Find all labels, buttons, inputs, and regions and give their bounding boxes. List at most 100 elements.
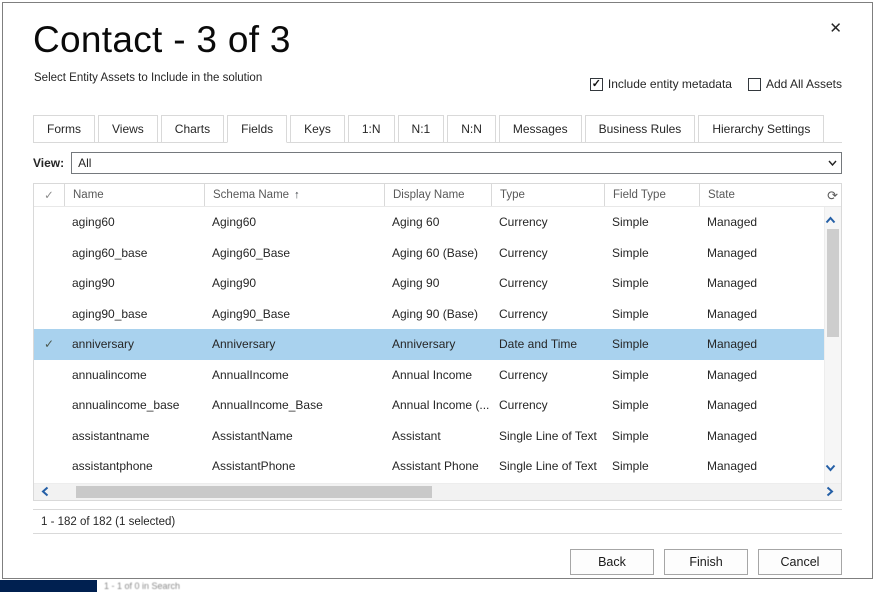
cell-display: Aging 90 (Base) xyxy=(384,307,491,321)
close-icon[interactable]: ✕ xyxy=(829,21,842,36)
column-header-display-name[interactable]: Display Name xyxy=(384,184,491,206)
cell-name: aging90 xyxy=(64,276,204,290)
cell-name: anniversary xyxy=(64,337,204,351)
scroll-down-icon[interactable] xyxy=(825,459,841,477)
cell-name: aging90_base xyxy=(64,307,204,321)
table-row[interactable]: ✓anniversaryAnniversaryAnniversaryDate a… xyxy=(34,329,824,360)
dropdown-arrow-icon xyxy=(824,154,840,172)
cell-field-type: Simple xyxy=(604,276,699,290)
tab-fields[interactable]: Fields xyxy=(227,115,287,143)
cell-schema: Aging90_Base xyxy=(204,307,384,321)
scroll-right-icon[interactable] xyxy=(826,484,834,500)
cell-display: Assistant xyxy=(384,429,491,443)
column-label: Schema Name xyxy=(213,189,289,201)
checkbox-label: Include entity metadata xyxy=(608,77,732,91)
cell-field-type: Simple xyxy=(604,246,699,260)
entity-assets-dialog: ✕ Contact - 3 of 3 Select Entity Assets … xyxy=(2,2,873,579)
table-row[interactable]: annualincomeAnnualIncomeAnnual IncomeCur… xyxy=(34,360,824,391)
cell-name: assistantphone xyxy=(64,459,204,473)
cell-name: aging60 xyxy=(64,215,204,229)
cancel-button[interactable]: Cancel xyxy=(758,549,842,575)
cell-state: Managed xyxy=(699,276,824,290)
table-row[interactable]: assistantnameAssistantNameAssistantSingl… xyxy=(34,421,824,452)
cell-state: Managed xyxy=(699,429,824,443)
checkbox-label: Add All Assets xyxy=(766,77,842,91)
refresh-icon[interactable]: ⟳ xyxy=(827,184,838,207)
cell-type: Currency xyxy=(491,307,604,321)
tab-hierarchy-settings[interactable]: Hierarchy Settings xyxy=(698,115,824,143)
cell-type: Single Line of Text xyxy=(491,429,604,443)
tab-business-rules[interactable]: Business Rules xyxy=(585,115,696,143)
add-all-assets-checkbox[interactable]: Add All Assets xyxy=(748,77,842,91)
tab-n-n[interactable]: N:N xyxy=(447,115,496,143)
back-button[interactable]: Back xyxy=(570,549,654,575)
cell-schema: AssistantPhone xyxy=(204,459,384,473)
finish-button[interactable]: Finish xyxy=(664,549,748,575)
tab-1-n[interactable]: 1:N xyxy=(348,115,395,143)
record-count-status: 1 - 182 of 182 (1 selected) xyxy=(33,509,842,534)
cell-state: Managed xyxy=(699,337,824,351)
table-row[interactable]: aging90_baseAging90_BaseAging 90 (Base)C… xyxy=(34,299,824,330)
cell-schema: AnnualIncome_Base xyxy=(204,398,384,412)
vertical-scrollbar[interactable] xyxy=(824,207,841,483)
row-selected-check-icon: ✓ xyxy=(34,337,64,351)
view-dropdown-value: All xyxy=(78,156,91,170)
table-row[interactable]: aging60_baseAging60_BaseAging 60 (Base)C… xyxy=(34,238,824,269)
view-dropdown[interactable]: All xyxy=(71,152,842,174)
cell-schema: Aging90 xyxy=(204,276,384,290)
tab-strip: FormsViewsChartsFieldsKeys1:NN:1N:NMessa… xyxy=(33,114,842,143)
page-title: Contact - 3 of 3 xyxy=(33,19,291,61)
tab-views[interactable]: Views xyxy=(98,115,158,143)
table-row[interactable]: assistantphoneAssistantPhoneAssistant Ph… xyxy=(34,451,824,482)
select-column-header[interactable]: ✓ xyxy=(34,184,64,206)
view-row: View: All xyxy=(33,152,842,174)
tab-n-1[interactable]: N:1 xyxy=(398,115,445,143)
scroll-left-icon[interactable] xyxy=(41,484,49,500)
cell-type: Currency xyxy=(491,276,604,290)
cell-display: Anniversary xyxy=(384,337,491,351)
footer-buttons: Back Finish Cancel xyxy=(570,549,842,575)
tab-messages[interactable]: Messages xyxy=(499,115,582,143)
cell-state: Managed xyxy=(699,368,824,382)
table-row[interactable]: annualincome_baseAnnualIncome_BaseAnnual… xyxy=(34,390,824,421)
cell-display: Aging 60 xyxy=(384,215,491,229)
cell-name: annualincome_base xyxy=(64,398,204,412)
cell-name: assistantname xyxy=(64,429,204,443)
fields-table: ✓ Name Schema Name ↑ Display Name Type F… xyxy=(33,183,842,501)
tab-forms[interactable]: Forms xyxy=(33,115,95,143)
scroll-up-icon[interactable] xyxy=(825,211,841,229)
checkbox-box-icon xyxy=(748,78,761,91)
horizontal-scrollbar[interactable] xyxy=(34,483,841,500)
cell-type: Currency xyxy=(491,368,604,382)
cell-schema: AssistantName xyxy=(204,429,384,443)
cell-name: annualincome xyxy=(64,368,204,382)
cell-schema: AnnualIncome xyxy=(204,368,384,382)
table-row[interactable]: aging60Aging60Aging 60CurrencySimpleMana… xyxy=(34,207,824,238)
cell-display: Aging 90 xyxy=(384,276,491,290)
cell-state: Managed xyxy=(699,459,824,473)
vertical-scrollbar-thumb[interactable] xyxy=(827,229,839,337)
cell-field-type: Simple xyxy=(604,429,699,443)
tab-charts[interactable]: Charts xyxy=(161,115,224,143)
screen: 1 - 1 of 0 in Search ✕ Contact - 3 of 3 … xyxy=(0,0,876,592)
column-header-schema-name[interactable]: Schema Name ↑ xyxy=(204,184,384,206)
horizontal-scrollbar-thumb[interactable] xyxy=(76,486,432,498)
column-header-field-type[interactable]: Field Type xyxy=(604,184,699,206)
column-header-type[interactable]: Type xyxy=(491,184,604,206)
tab-keys[interactable]: Keys xyxy=(290,115,345,143)
cell-type: Single Line of Text xyxy=(491,459,604,473)
table-row[interactable]: aging90Aging90Aging 90CurrencySimpleMana… xyxy=(34,268,824,299)
cell-name: aging60_base xyxy=(64,246,204,260)
cell-field-type: Simple xyxy=(604,215,699,229)
view-label: View: xyxy=(33,156,64,170)
checkbox-row: ✓ Include entity metadata Add All Assets xyxy=(590,77,842,91)
column-header-state[interactable]: State xyxy=(699,184,841,206)
cell-field-type: Simple xyxy=(604,307,699,321)
include-entity-metadata-checkbox[interactable]: ✓ Include entity metadata xyxy=(590,77,732,91)
sort-ascending-icon: ↑ xyxy=(294,189,300,201)
table-body: aging60Aging60Aging 60CurrencySimpleMana… xyxy=(34,207,824,483)
cell-type: Currency xyxy=(491,398,604,412)
cell-display: Annual Income (... xyxy=(384,398,491,412)
cell-display: Aging 60 (Base) xyxy=(384,246,491,260)
column-header-name[interactable]: Name xyxy=(64,184,204,206)
